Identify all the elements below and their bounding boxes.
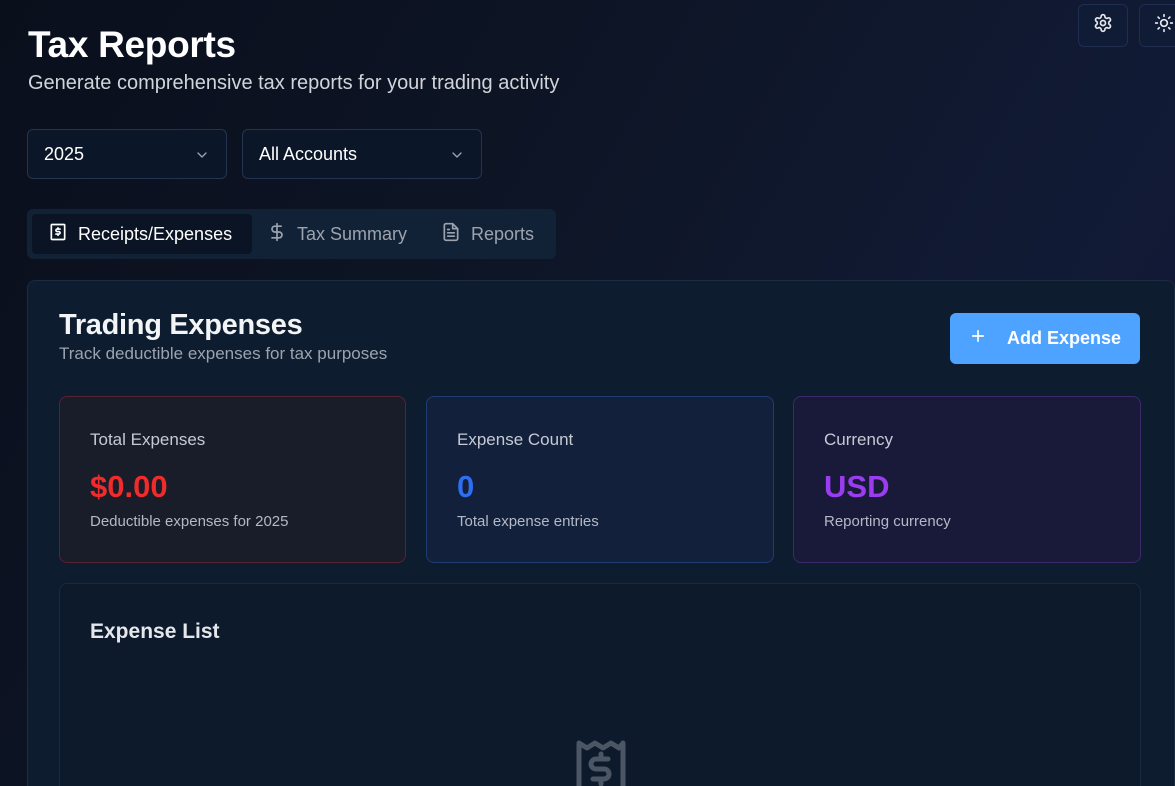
dollar-icon — [267, 222, 297, 247]
tab-label: Tax Summary — [297, 223, 408, 244]
tab-bar: Receipts/Expenses Tax Summary Reports — [27, 209, 556, 259]
settings-button[interactable] — [1078, 4, 1128, 47]
stat-description: Reporting currency — [824, 513, 951, 530]
section-title: Trading Expenses — [59, 309, 303, 341]
stat-description: Deductible expenses for 2025 — [90, 513, 289, 530]
tab-reports[interactable]: Reports — [441, 214, 534, 254]
tab-label: Receipts/Expenses — [78, 223, 233, 244]
year-select[interactable]: 2025 — [27, 129, 227, 179]
stat-description: Total expense entries — [457, 513, 599, 530]
stat-value: 0 — [457, 469, 475, 504]
add-expense-label: Add Expense — [1006, 328, 1122, 348]
receipt-icon — [48, 222, 78, 247]
section-subtitle: Track deductible expenses for tax purpos… — [59, 344, 388, 363]
trading-expenses-card: Trading Expenses Track deductible expens… — [27, 280, 1175, 786]
stat-card-currency: Currency USD Reporting currency — [793, 396, 1141, 563]
stat-card-total-expenses: Total Expenses $0.00 Deductible expenses… — [59, 396, 406, 563]
sun-icon — [1154, 13, 1174, 38]
expense-list-title: Expense List — [90, 620, 220, 643]
add-expense-button[interactable]: Add Expense — [950, 313, 1140, 364]
tab-tax-summary[interactable]: Tax Summary — [267, 214, 407, 254]
receipt-icon — [575, 739, 627, 786]
chevron-down-icon — [449, 147, 465, 168]
account-select-value: All Accounts — [259, 143, 358, 164]
plus-icon — [969, 327, 1007, 350]
theme-toggle-button[interactable] — [1139, 4, 1175, 47]
file-text-icon — [441, 222, 471, 247]
stat-label: Expense Count — [457, 430, 574, 449]
year-select-value: 2025 — [44, 143, 85, 164]
stat-value: USD — [824, 469, 890, 504]
stat-card-expense-count: Expense Count 0 Total expense entries — [426, 396, 774, 563]
gear-icon — [1093, 13, 1113, 38]
chevron-down-icon — [194, 147, 210, 168]
stat-value: $0.00 — [90, 469, 168, 504]
stat-label: Total Expenses — [90, 430, 206, 449]
tab-receipts-expenses[interactable]: Receipts/Expenses — [32, 214, 252, 254]
page-subtitle: Generate comprehensive tax reports for y… — [28, 72, 560, 94]
stat-label: Currency — [824, 430, 893, 449]
page-title: Tax Reports — [28, 24, 236, 65]
account-select[interactable]: All Accounts — [242, 129, 482, 179]
tab-label: Reports — [471, 223, 535, 244]
expense-list-card: Expense List — [59, 583, 1141, 786]
